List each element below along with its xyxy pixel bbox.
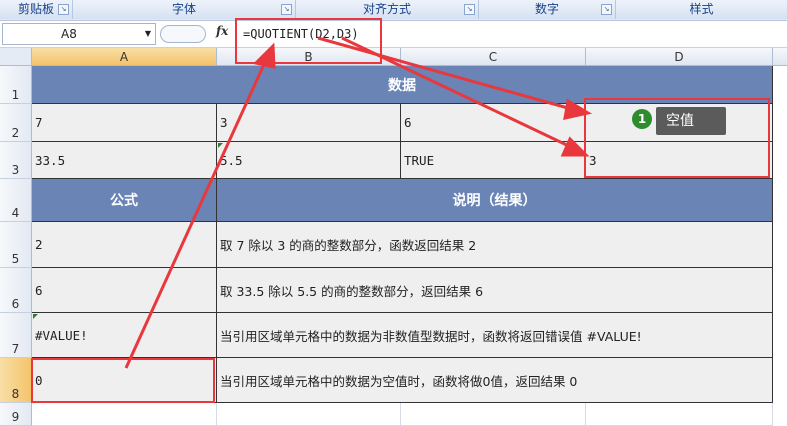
empty-value-tooltip: 空值 — [656, 107, 726, 135]
arrow-to-d3 — [341, 36, 574, 150]
arrow-to-d2 — [317, 36, 576, 112]
arrow-to-formula — [124, 59, 268, 369]
step-badge: 1 — [632, 109, 652, 129]
arrow-head — [560, 136, 590, 157]
annotation-arrows — [124, 36, 593, 369]
arrow-head — [563, 98, 593, 120]
arrow-head — [253, 42, 276, 69]
